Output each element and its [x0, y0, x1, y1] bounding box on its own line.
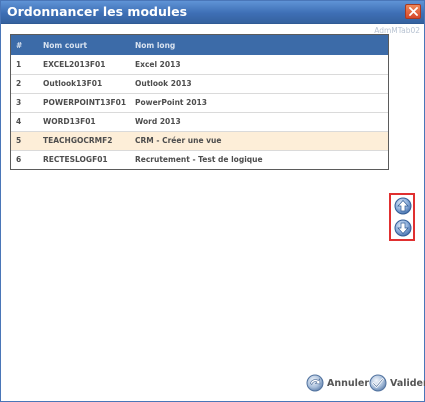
validate-button[interactable]: Valider: [369, 373, 425, 393]
row-long-name: CRM - Créer une vue: [135, 136, 222, 145]
title-bar[interactable]: Ordonnancer les modules: [1, 1, 424, 24]
move-up-button[interactable]: [394, 197, 412, 215]
dialog-title: Ordonnancer les modules: [7, 4, 188, 19]
close-icon: [409, 7, 418, 16]
validate-button-label: Valider: [390, 377, 425, 389]
column-header-long-name[interactable]: Nom long: [132, 35, 388, 55]
row-number: 2: [16, 79, 22, 88]
row-number: 3: [16, 98, 22, 107]
close-button[interactable]: [405, 4, 421, 19]
checkmark-icon: [369, 374, 387, 392]
arrow-up-icon: [394, 197, 412, 215]
row-long-name: Word 2013: [135, 117, 181, 126]
dialog-window: Ordonnancer les modules AdmMTab02 # Nom …: [0, 0, 425, 402]
table-row[interactable]: 6 RECTESLOGF01 Recrutement - Test de log…: [11, 150, 388, 169]
row-number: 1: [16, 59, 22, 69]
cancel-button-label: Annuler: [327, 377, 370, 389]
row-short-name: POWERPOINT13F01: [43, 98, 127, 107]
table-row[interactable]: 2 Outlook13F01 Outlook 2013: [11, 74, 388, 93]
row-long-name: Excel 2013: [135, 59, 181, 69]
row-long-name: Outlook 2013: [135, 79, 192, 88]
arrow-down-icon: [394, 219, 412, 237]
row-number: 4: [16, 117, 22, 126]
column-header-number[interactable]: #: [11, 35, 40, 55]
column-header-short-name[interactable]: Nom court: [40, 35, 132, 55]
move-down-button[interactable]: [394, 219, 412, 237]
reorder-controls: [389, 193, 415, 241]
row-short-name: TEACHGOCRMF2: [43, 136, 113, 145]
cancel-icon: [306, 374, 324, 392]
table-row[interactable]: 1 EXCEL2013F01 Excel 2013: [11, 55, 388, 74]
row-number: 5: [16, 136, 22, 145]
modules-table: # Nom court Nom long 1 EXCEL2013F01 Exce…: [10, 34, 389, 170]
row-short-name: Outlook13F01: [43, 79, 103, 88]
row-number: 6: [16, 155, 22, 165]
row-short-name: RECTESLOGF01: [43, 155, 108, 165]
row-short-name: EXCEL2013F01: [43, 59, 106, 69]
row-short-name: WORD13F01: [43, 117, 96, 126]
table-row[interactable]: 4 WORD13F01 Word 2013: [11, 112, 388, 131]
cancel-button[interactable]: Annuler: [306, 373, 369, 393]
table-row-selected[interactable]: 5 TEACHGOCRMF2 CRM - Créer une vue: [11, 131, 388, 150]
row-long-name: Recrutement - Test de logique: [135, 155, 263, 165]
table-row[interactable]: 3 POWERPOINT13F01 PowerPoint 2013: [11, 93, 388, 112]
table-header-row: # Nom court Nom long: [11, 35, 388, 55]
row-long-name: PowerPoint 2013: [135, 98, 207, 107]
